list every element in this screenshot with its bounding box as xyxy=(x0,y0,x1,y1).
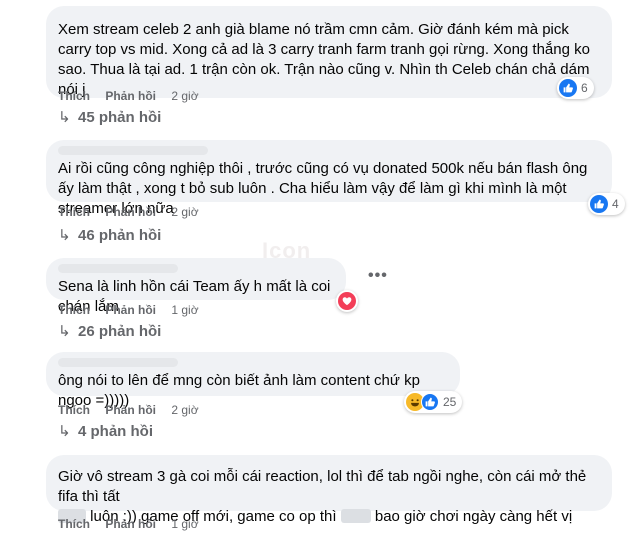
love-icon xyxy=(338,292,356,310)
reply-arrow-icon: ↳ xyxy=(58,227,71,244)
author-name[interactable] xyxy=(58,264,178,273)
comment-bubble: ông nói to lên để mng còn biết ảnh làm c… xyxy=(46,352,460,409)
replies-count: 26 phản hồi xyxy=(78,323,162,340)
comment-bubble: Ai rồi cũng công nghiệp thôi , trước cũn… xyxy=(46,140,612,217)
comment-text-part-1: Giờ vô stream 3 gà coi mỗi cái reaction,… xyxy=(58,468,587,505)
redacted-text xyxy=(340,509,371,523)
reaction-summary[interactable]: 25 xyxy=(404,391,463,413)
replies-count: 46 phản hồi xyxy=(78,227,162,244)
comment-time[interactable]: 1 giờ xyxy=(171,517,198,531)
comment-actions: Thích Phản hồi 2 giờ xyxy=(58,403,211,417)
comment-time[interactable]: 1 giờ xyxy=(171,303,198,317)
like-button[interactable]: Thích xyxy=(58,89,90,103)
view-replies-link[interactable]: ↳ 46 phản hồi xyxy=(58,226,161,244)
like-icon xyxy=(421,393,439,411)
comment-text-part-3: bao giờ chơi ngày càng hết vị xyxy=(374,508,573,525)
reply-button[interactable]: Phản hồi xyxy=(105,205,156,219)
author-name[interactable] xyxy=(58,146,208,155)
comment-actions: Thích Phản hồi 1 giờ xyxy=(58,303,211,317)
comment-bubble: Giờ vô stream 3 gà coi mỗi cái reaction,… xyxy=(46,455,612,525)
reply-button[interactable]: Phản hồi xyxy=(105,517,156,531)
comment-time[interactable]: 2 giờ xyxy=(171,89,198,103)
more-options-button[interactable]: ••• xyxy=(368,267,388,285)
reaction-summary[interactable]: 4 xyxy=(588,193,625,215)
replies-count: 45 phản hồi xyxy=(78,109,162,126)
like-icon xyxy=(590,195,608,213)
reaction-count: 25 xyxy=(443,395,457,409)
reply-arrow-icon: ↳ xyxy=(58,323,71,340)
like-button[interactable]: Thích xyxy=(58,303,90,317)
reply-arrow-icon: ↳ xyxy=(58,423,71,440)
reaction-count: 4 xyxy=(612,197,619,211)
comment-bubble: Sena là linh hồn cái Team ấy h mất là co… xyxy=(46,258,346,315)
reply-arrow-icon: ↳ xyxy=(58,109,71,126)
replies-count: 4 phản hồi xyxy=(78,423,153,440)
comment-time[interactable]: 2 giờ xyxy=(171,403,198,417)
view-replies-link[interactable]: ↳ 26 phản hồi xyxy=(58,322,161,340)
comment-actions: Thích Phản hồi 2 giờ xyxy=(58,89,211,103)
reply-button[interactable]: Phản hồi xyxy=(105,303,156,317)
comment-time[interactable]: 2 giờ xyxy=(171,205,198,219)
reaction-summary[interactable] xyxy=(336,290,358,312)
view-replies-link[interactable]: ↳ 45 phản hồi xyxy=(58,108,161,126)
comment-text: Xem stream celeb 2 anh già blame nó trầm… xyxy=(58,21,590,98)
like-icon xyxy=(559,79,577,97)
reply-button[interactable]: Phản hồi xyxy=(105,403,156,417)
comment-actions: Thích Phản hồi 2 giờ xyxy=(58,205,211,219)
comment-bubble: Xem stream celeb 2 anh già blame nó trầm… xyxy=(46,6,612,98)
author-name[interactable] xyxy=(58,358,178,367)
like-button[interactable]: Thích xyxy=(58,205,90,219)
comment-actions: Thích Phản hồi 1 giờ xyxy=(58,517,211,531)
like-button[interactable]: Thích xyxy=(58,517,90,531)
reply-button[interactable]: Phản hồi xyxy=(105,89,156,103)
reaction-count: 6 xyxy=(581,81,588,95)
view-replies-link[interactable]: ↳ 4 phản hồi xyxy=(58,422,153,440)
like-button[interactable]: Thích xyxy=(58,403,90,417)
reaction-summary[interactable]: 6 xyxy=(557,77,594,99)
